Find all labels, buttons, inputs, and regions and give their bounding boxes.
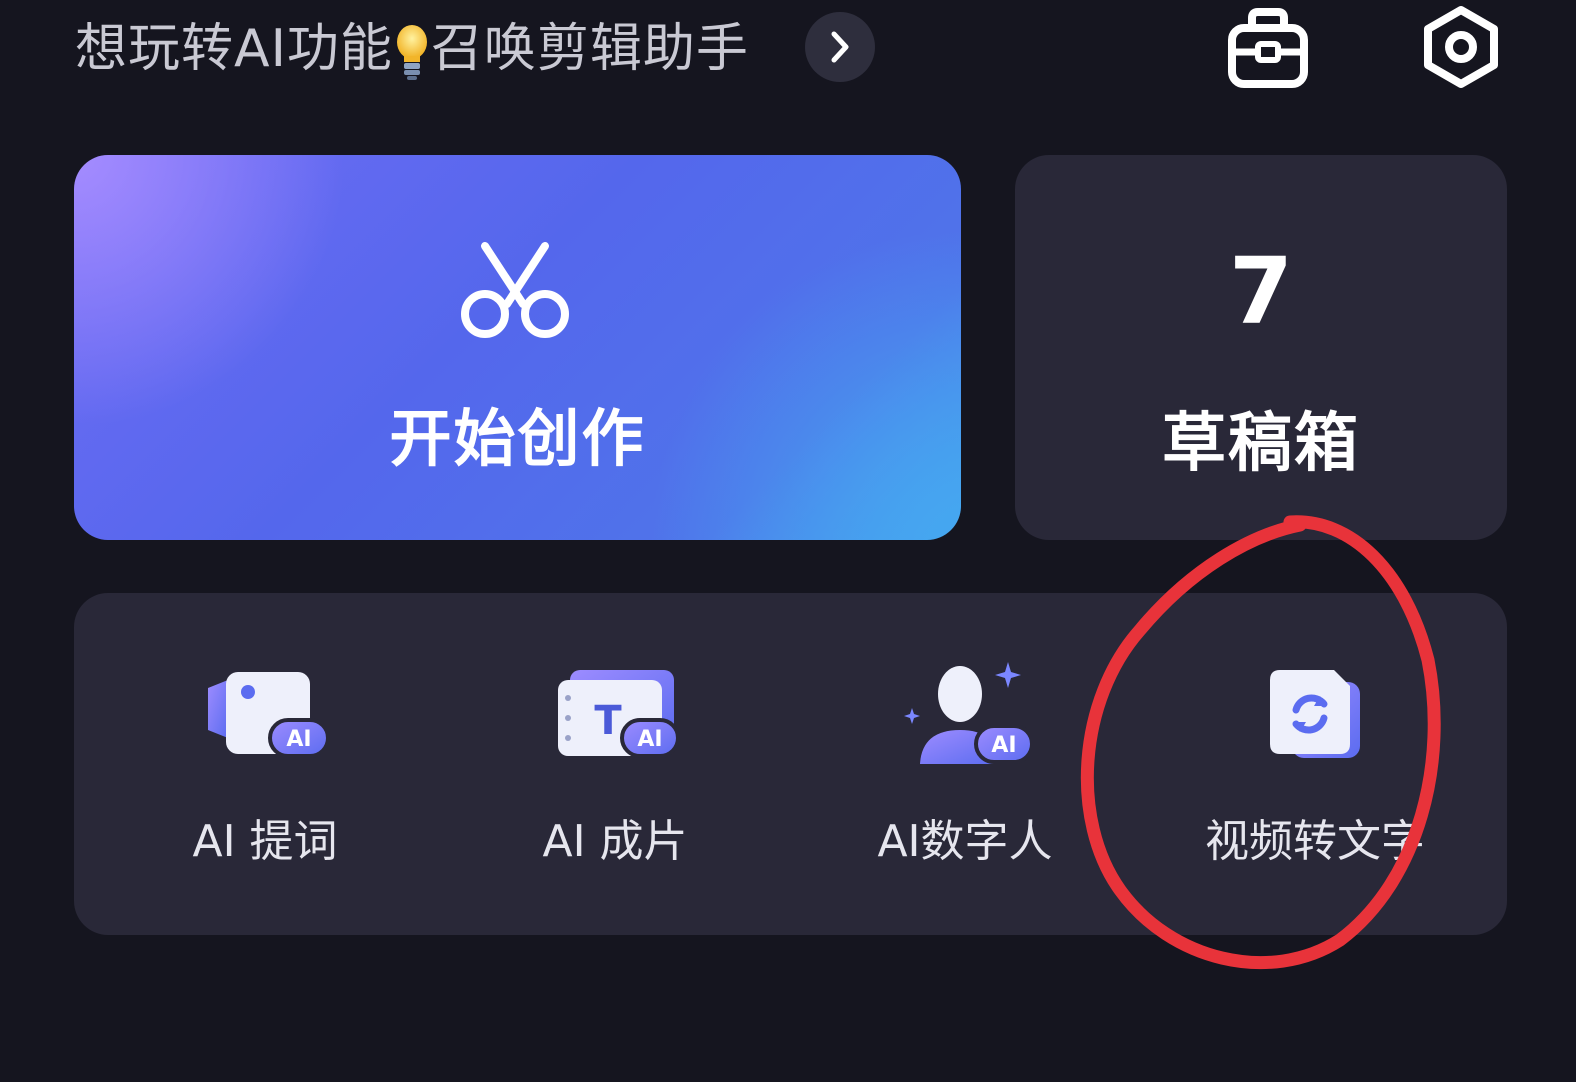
promo-arrow-button[interactable] (805, 12, 875, 82)
tool-label: AI 提词 (192, 816, 338, 867)
chevron-right-icon (831, 31, 849, 63)
briefcase-icon[interactable] (1225, 4, 1311, 90)
drafts-label: 草稿箱 (1162, 407, 1360, 481)
svg-text:AI: AI (637, 727, 662, 752)
lightbulb-icon (396, 25, 427, 80)
tool-label: 视频转文字 (1205, 816, 1425, 867)
tool-video-to-text[interactable]: 视频转文字 (1185, 660, 1445, 870)
svg-text:T: T (594, 698, 622, 744)
drafts-count: 7 (1228, 238, 1293, 345)
svg-text:AI: AI (286, 727, 311, 752)
scissors-icon (461, 242, 569, 338)
promo-text-suffix: 召唤剪辑助手 (430, 19, 749, 79)
start-create-label: 开始创作 (389, 402, 646, 475)
tool-ai-teleprompter[interactable]: AI AI 提词 (135, 660, 395, 870)
start-create-card[interactable] (74, 155, 961, 540)
promo-banner[interactable]: 想玩转AI功能 召唤剪辑助手 (75, 16, 749, 82)
settings-hexagon-icon[interactable] (1418, 4, 1504, 90)
video-to-text-icon (1270, 670, 1360, 758)
ai-avatar-icon: AI (904, 662, 1030, 764)
tool-ai-film[interactable]: T AI AI 成片 (485, 660, 745, 870)
promo-text: 想玩转AI功能 (75, 19, 393, 79)
tool-label: AI 成片 (542, 816, 688, 867)
svg-text:AI: AI (991, 733, 1016, 758)
ai-teleprompter-icon: AI (208, 672, 330, 758)
tool-label: AI数字人 (877, 816, 1053, 867)
tool-ai-avatar[interactable]: AI AI数字人 (835, 660, 1095, 870)
ai-film-icon: T AI (558, 670, 680, 758)
